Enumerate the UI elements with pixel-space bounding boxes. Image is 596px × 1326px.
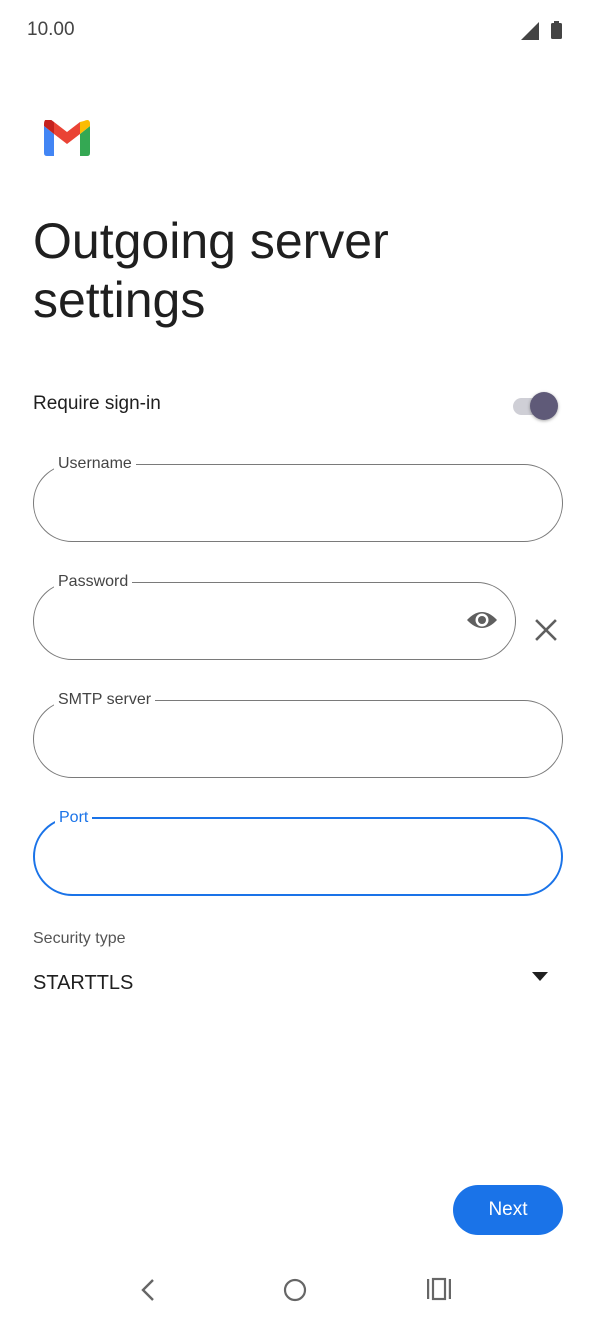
gmail-logo — [44, 120, 90, 156]
password-input[interactable] — [54, 596, 495, 636]
status-time: 10.00 — [27, 19, 75, 40]
username-input[interactable] — [54, 478, 542, 518]
security-type-dropdown[interactable]: STARTTLS — [33, 964, 563, 1004]
page-title: Outgoing server settings — [33, 213, 389, 328]
security-type-value: STARTTLS — [33, 972, 134, 994]
dropdown-arrow-icon — [532, 972, 548, 981]
recents-icon[interactable] — [426, 1277, 452, 1301]
username-label: Username — [58, 455, 132, 472]
security-type-label: Security type — [33, 930, 126, 947]
smtp-server-field[interactable]: SMTP server — [33, 692, 563, 778]
password-label: Password — [58, 573, 129, 590]
signal-icon — [521, 22, 539, 40]
smtp-server-label: SMTP server — [58, 691, 152, 708]
smtp-server-input[interactable] — [54, 714, 542, 754]
require-signin-toggle[interactable] — [513, 389, 561, 421]
close-icon[interactable] — [534, 618, 558, 642]
next-button[interactable]: Next — [453, 1185, 563, 1235]
port-label: Port — [59, 809, 89, 826]
require-signin-row: Require sign-in — [33, 385, 563, 425]
password-field[interactable]: Password — [33, 574, 516, 660]
toggle-thumb — [530, 392, 558, 420]
require-signin-label: Require sign-in — [33, 393, 161, 414]
home-icon[interactable] — [283, 1278, 307, 1302]
username-field[interactable]: Username — [33, 456, 563, 542]
back-icon[interactable] — [137, 1277, 161, 1303]
status-bar: 10.00 — [0, 0, 596, 60]
port-input[interactable] — [55, 832, 541, 872]
eye-icon[interactable] — [466, 608, 498, 632]
battery-icon — [551, 21, 562, 39]
port-field[interactable]: Port — [33, 810, 563, 896]
